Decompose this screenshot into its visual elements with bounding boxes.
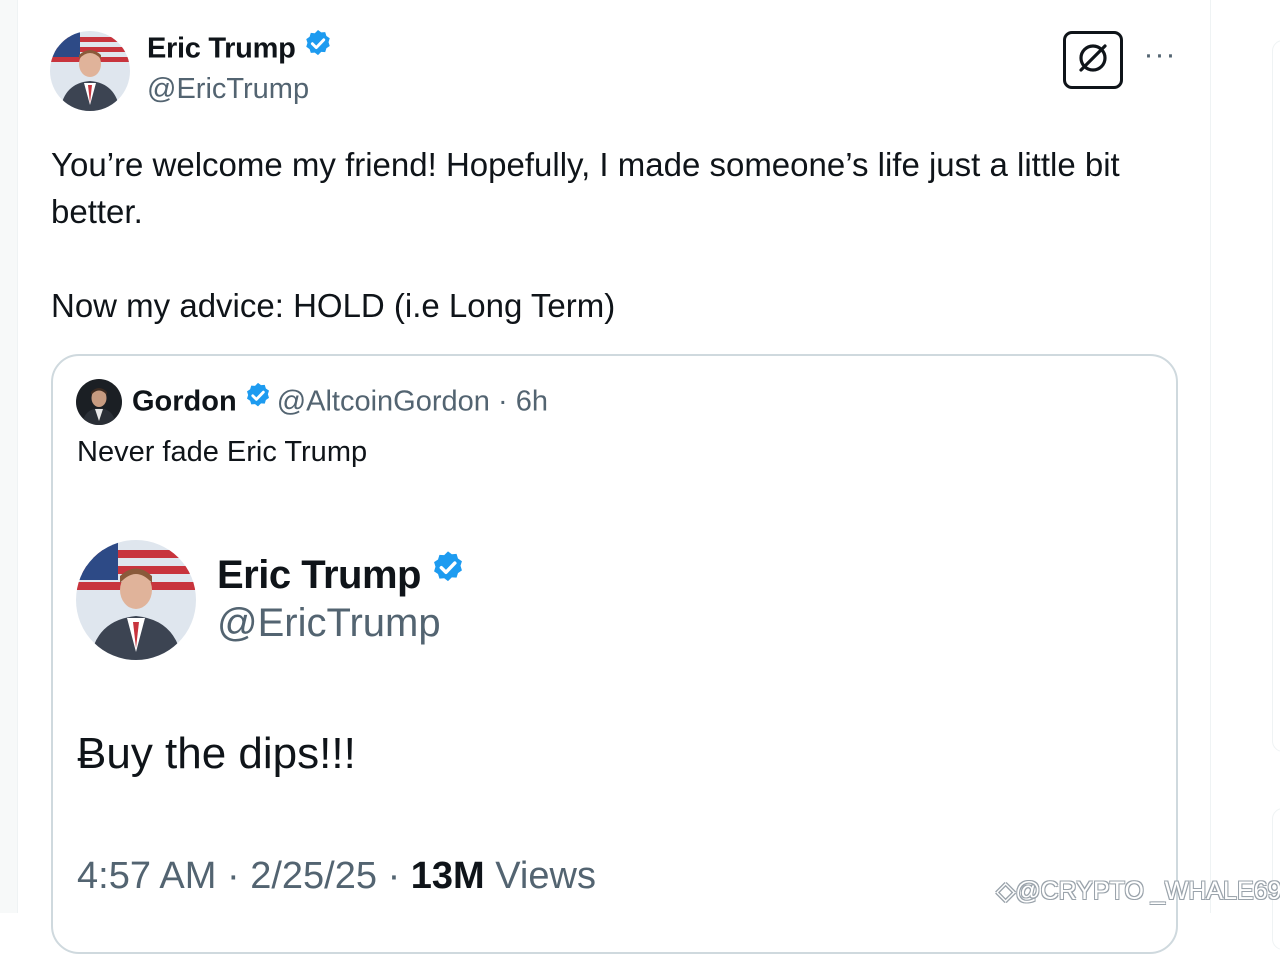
quoted-author-name[interactable]: Gordon xyxy=(132,386,237,418)
watermark-logo-icon: ◈ xyxy=(996,877,1016,905)
embedded-tweet-text: Ƀuy the dips!!! xyxy=(77,729,356,778)
left-edge-panel xyxy=(0,0,18,913)
dot-separator: · xyxy=(226,855,240,897)
more-options-button[interactable]: ··· xyxy=(1140,40,1180,77)
views-label: Views xyxy=(495,855,596,897)
right-sidebar xyxy=(1211,0,1280,913)
embedded-time: 4:57 AM xyxy=(77,855,217,897)
right-sidebar-card xyxy=(1272,40,1280,752)
watermark: ◈@CRYPTO _WHALE69 xyxy=(996,876,1280,906)
embedded-author-name-text: Eric Trump xyxy=(217,553,421,597)
quoted-author-avatar[interactable] xyxy=(76,379,122,425)
grok-icon xyxy=(1073,38,1113,83)
watermark-text: @CRYPTO _WHALE69 xyxy=(1015,877,1280,905)
grok-button[interactable] xyxy=(1063,31,1123,89)
tweet-text: You’re welcome my friend! Hopefully, I m… xyxy=(51,141,1171,329)
verified-badge-icon[interactable] xyxy=(243,381,273,419)
dot-separator: · xyxy=(497,385,508,418)
verified-badge-icon xyxy=(429,549,467,597)
embedded-tweet-meta: 4:57 AM · 2/25/25 · 13M Views xyxy=(77,855,596,898)
embedded-date: 2/25/25 xyxy=(250,855,377,897)
views-count: 13M xyxy=(410,855,485,897)
quoted-tweet-text: Never fade Eric Trump xyxy=(77,436,368,468)
embedded-author-avatar xyxy=(76,540,196,660)
dot-separator: · xyxy=(387,855,401,897)
embedded-author-name: Eric Trump xyxy=(217,551,467,601)
embedded-author-handle: @EricTrump xyxy=(217,601,441,645)
tweet-text-line: You’re welcome my friend! Hopefully, I m… xyxy=(51,146,1120,230)
quoted-author-handle[interactable]: @AltcoinGordon xyxy=(277,386,490,418)
author-name[interactable]: Eric Trump xyxy=(147,30,334,70)
quoted-tweet-header: Gordon @AltcoinGordon · 6h xyxy=(132,381,548,422)
author-avatar[interactable] xyxy=(50,31,130,111)
tweet-text-line: Now my advice: HOLD (i.e Long Term) xyxy=(51,287,616,324)
verified-badge-icon[interactable] xyxy=(302,28,334,68)
author-name-text[interactable]: Eric Trump xyxy=(147,33,296,65)
quoted-tweet-time[interactable]: 6h xyxy=(516,386,548,418)
author-handle[interactable]: @EricTrump xyxy=(147,73,309,106)
